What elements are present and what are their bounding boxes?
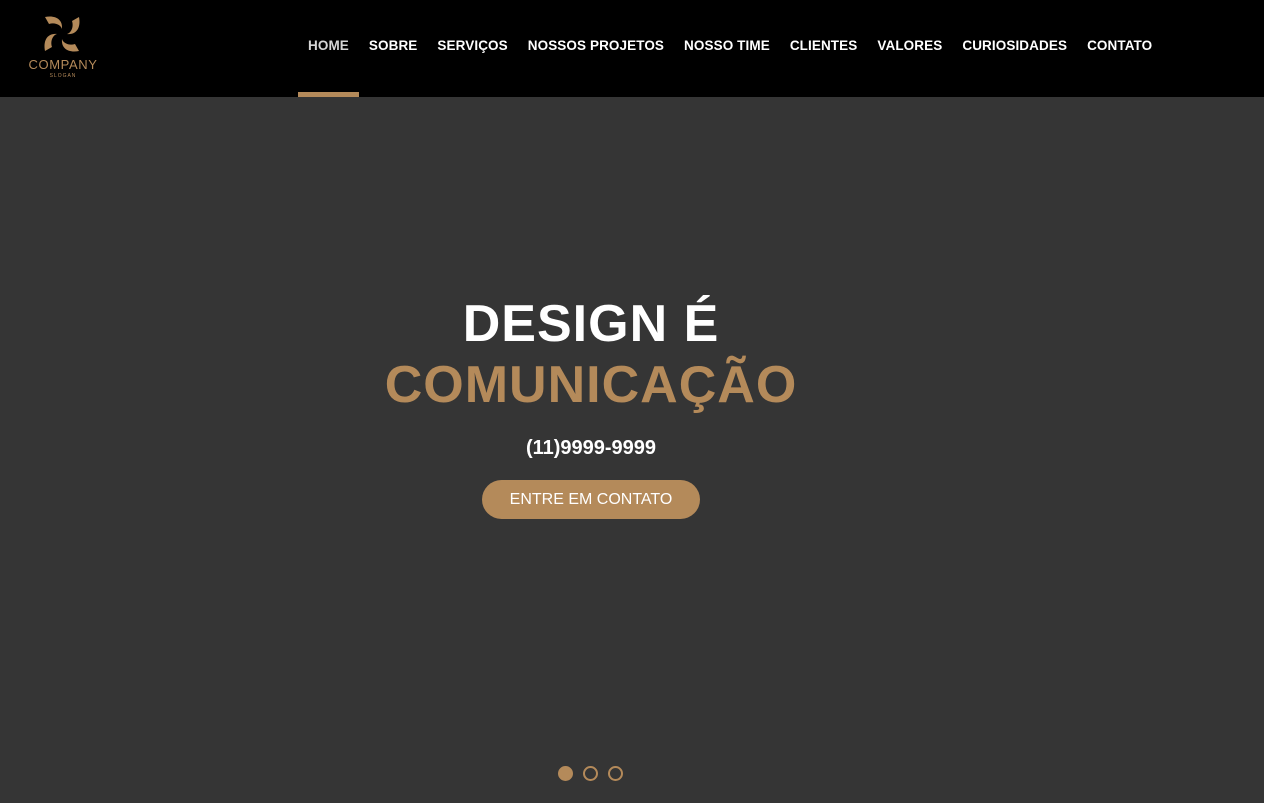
nav-item-nossos-projetos[interactable]: NOSSOS PROJETOS [518,0,674,97]
nav-item-servicos[interactable]: SERVIÇOS [427,0,517,97]
slider-dots [558,766,623,781]
company-name: COMPANY [28,57,98,72]
nav-item-clientes[interactable]: CLIENTES [780,0,868,97]
hero-phone: (11)9999-9999 [525,437,657,459]
nav-item-sobre[interactable]: SOBRE [359,0,428,97]
nav-item-home[interactable]: HOME [298,0,359,97]
nav-item-curiosidades[interactable]: CURIOSIDADES [952,0,1077,97]
nav-item-label: NOSSOS PROJETOS [527,38,665,53]
nav-item-label: VALORES [877,38,943,53]
slider-dot-2[interactable] [583,766,598,781]
hero-title-line2: COMUNICAÇÃO [384,356,798,414]
main-nav: HOME SOBRE SERVIÇOS NOSSOS PROJETOS NOSS… [298,0,1162,97]
contact-button[interactable]: ENTRE EM CONTATO [482,480,700,519]
nav-item-label: CONTATO [1087,38,1153,53]
nav-item-label: NOSSO TIME [684,38,770,53]
site-header: COMPANY SLOGAN HOME SOBRE SERVIÇOS NOSSO… [0,0,1264,97]
page: COMPANY SLOGAN HOME SOBRE SERVIÇOS NOSSO… [0,0,1264,803]
slider-dot-1[interactable] [558,766,573,781]
slider-dot-3[interactable] [608,766,623,781]
nav-item-contato[interactable]: CONTATO [1077,0,1162,97]
swirl-logo-icon [44,16,80,52]
nav-item-nosso-time[interactable]: NOSSO TIME [674,0,780,97]
company-slogan: SLOGAN [49,73,77,79]
hero-title-line1: DESIGN É [462,295,720,353]
nav-item-label: HOME [308,38,349,53]
nav-item-label: CURIOSIDADES [962,38,1068,53]
nav-item-valores[interactable]: VALORES [867,0,952,97]
company-logo[interactable]: COMPANY SLOGAN [20,10,106,86]
nav-item-label: SERVIÇOS [437,38,508,53]
nav-item-label: CLIENTES [789,38,858,53]
hero-slider: DESIGN É COMUNICAÇÃO (11)9999-9999 ENTRE… [0,97,1264,803]
nav-item-label: SOBRE [368,38,418,53]
